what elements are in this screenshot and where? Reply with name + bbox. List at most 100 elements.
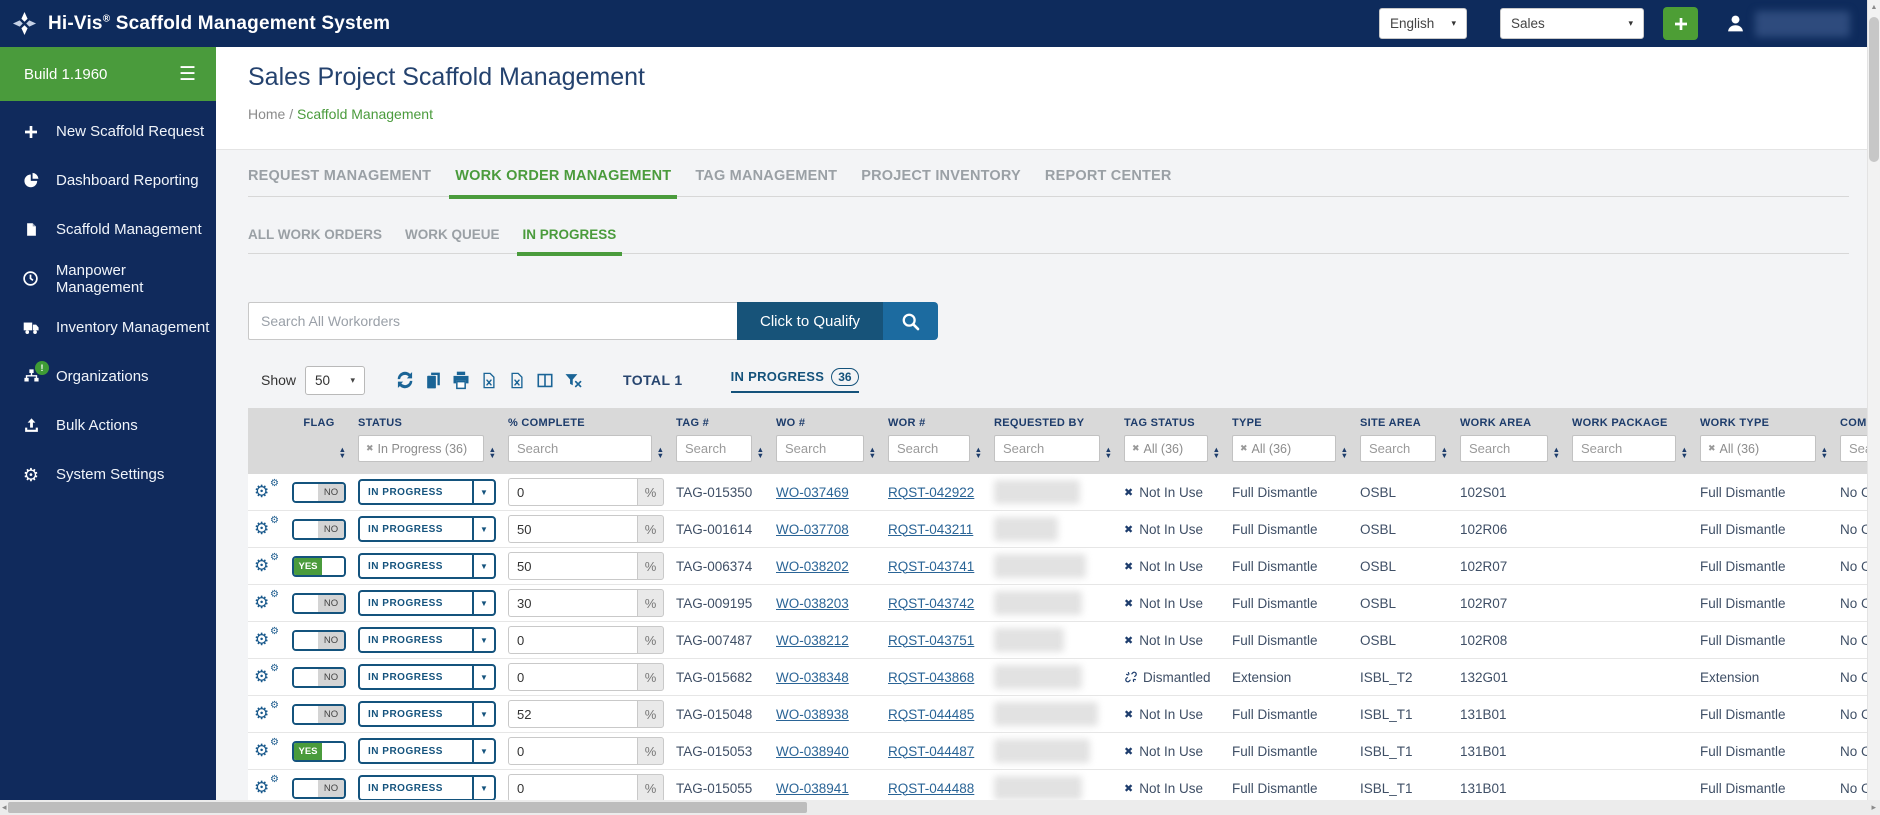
filter-clear-icon[interactable]	[563, 370, 583, 391]
filter-input-wor[interactable]	[888, 435, 970, 462]
active-filter-badge[interactable]: IN PROGRESS 36	[730, 367, 859, 393]
work-order-link[interactable]: WO-038938	[776, 707, 849, 722]
sidebar-item-scaffold-management[interactable]: Scaffold Management	[0, 205, 216, 254]
status-dropdown[interactable]: IN PROGRESS ▼	[358, 479, 496, 505]
tab-work-order-management[interactable]: WORK ORDER MANAGEMENT	[449, 168, 678, 199]
work-order-link[interactable]: WO-038202	[776, 559, 849, 574]
sidebar-item-manpower-management[interactable]: Manpower Management	[0, 254, 216, 303]
scroll-left-arrow-icon[interactable]: ◂	[2, 800, 7, 815]
work-order-request-link[interactable]: RQST-044488	[888, 781, 974, 796]
flag-toggle[interactable]: YES	[292, 555, 346, 577]
sort-control-tag_status[interactable]: ▲ ▼	[1213, 446, 1220, 462]
row-actions-gears-icon[interactable]: ⚙ ⚙	[254, 478, 279, 502]
flag-toggle[interactable]: NO	[292, 703, 346, 725]
filter-input-comments[interactable]	[1840, 435, 1867, 462]
flag-toggle[interactable]: NO	[292, 592, 346, 614]
row-actions-gears-icon[interactable]: ⚙ ⚙	[254, 552, 279, 576]
work-order-link[interactable]: WO-038203	[776, 596, 849, 611]
work-order-request-link[interactable]: RQST-043751	[888, 633, 974, 648]
work-order-link[interactable]: WO-037708	[776, 522, 849, 537]
status-dropdown[interactable]: IN PROGRESS ▼	[358, 738, 496, 764]
row-actions-gears-icon[interactable]: ⚙ ⚙	[254, 700, 279, 724]
vertical-scrollbar[interactable]: ▲	[1867, 0, 1880, 800]
percent-complete-input[interactable]	[508, 737, 637, 765]
work-order-request-link[interactable]: RQST-044487	[888, 744, 974, 759]
work-order-request-link[interactable]: RQST-043868	[888, 670, 974, 685]
work-order-link[interactable]: WO-038212	[776, 633, 849, 648]
print-icon[interactable]	[451, 370, 471, 391]
percent-complete-input[interactable]	[508, 552, 637, 580]
work-order-request-link[interactable]: RQST-042922	[888, 485, 974, 500]
excel2-icon[interactable]	[507, 370, 527, 391]
subtab-work-queue[interactable]: WORK QUEUE	[405, 227, 500, 253]
sort-control-requested_by[interactable]: ▲ ▼	[1105, 446, 1112, 462]
horizontal-scrollbar[interactable]: ◂ ▸	[0, 800, 1880, 815]
user-menu[interactable]	[1725, 10, 1850, 37]
percent-complete-input[interactable]	[508, 515, 637, 543]
sort-control-status[interactable]: ▲ ▼	[489, 446, 496, 462]
sort-control-work_type[interactable]: ▲ ▼	[1821, 446, 1828, 462]
search-button[interactable]	[883, 302, 938, 340]
status-dropdown[interactable]: IN PROGRESS ▼	[358, 516, 496, 542]
percent-complete-input[interactable]	[508, 774, 637, 800]
work-order-link[interactable]: WO-038940	[776, 744, 849, 759]
percent-complete-input[interactable]	[508, 626, 637, 654]
remove-filter-icon[interactable]: ✖	[1708, 443, 1716, 454]
status-dropdown[interactable]: IN PROGRESS ▼	[358, 775, 496, 800]
sort-control-pct[interactable]: ▲ ▼	[657, 446, 664, 462]
sort-control-wo[interactable]: ▲ ▼	[869, 446, 876, 462]
sidebar-item-system-settings[interactable]: ⚙ System Settings	[0, 450, 216, 499]
role-select[interactable]: Sales ▾	[1500, 8, 1644, 39]
sidebar-item-organizations[interactable]: ! Organizations	[0, 352, 216, 401]
remove-filter-icon[interactable]: ✖	[366, 443, 374, 454]
tab-request-management[interactable]: REQUEST MANAGEMENT	[248, 168, 431, 196]
sort-control-type[interactable]: ▲ ▼	[1341, 446, 1348, 462]
columns-icon[interactable]	[535, 370, 555, 391]
work-order-request-link[interactable]: RQST-043211	[888, 522, 973, 537]
sort-control-flag[interactable]: ▲ ▼	[339, 446, 346, 462]
row-actions-gears-icon[interactable]: ⚙ ⚙	[254, 663, 279, 687]
horizontal-scrollbar-thumb[interactable]	[8, 802, 807, 813]
scroll-right-arrow-icon[interactable]: ▸	[1871, 800, 1876, 815]
tab-report-center[interactable]: REPORT CENTER	[1045, 168, 1172, 196]
subtab-all-work-orders[interactable]: ALL WORK ORDERS	[248, 227, 382, 253]
hamburger-icon[interactable]: ☰	[179, 65, 196, 84]
work-order-link[interactable]: WO-038941	[776, 781, 849, 796]
remove-filter-icon[interactable]: ✖	[1240, 443, 1248, 454]
sort-control-site_area[interactable]: ▲ ▼	[1441, 446, 1448, 462]
filter-input-wo[interactable]	[776, 435, 864, 462]
flag-toggle[interactable]: NO	[292, 518, 346, 540]
work-order-request-link[interactable]: RQST-043742	[888, 596, 974, 611]
row-actions-gears-icon[interactable]: ⚙ ⚙	[254, 515, 279, 539]
filter-input-work_package[interactable]	[1572, 435, 1676, 462]
sidebar-item-new-scaffold-request[interactable]: New Scaffold Request	[0, 107, 216, 156]
flag-toggle[interactable]: NO	[292, 777, 346, 799]
sidebar-item-dashboard-reporting[interactable]: Dashboard Reporting	[0, 156, 216, 205]
sort-control-tag[interactable]: ▲ ▼	[757, 446, 764, 462]
status-dropdown[interactable]: IN PROGRESS ▼	[358, 627, 496, 653]
work-order-link[interactable]: WO-038348	[776, 670, 849, 685]
flag-toggle[interactable]: NO	[292, 481, 346, 503]
work-order-link[interactable]: WO-037469	[776, 485, 849, 500]
sidebar-item-bulk-actions[interactable]: Bulk Actions	[0, 401, 216, 450]
sort-control-wor[interactable]: ▲ ▼	[975, 446, 982, 462]
status-dropdown[interactable]: IN PROGRESS ▼	[358, 590, 496, 616]
filter-input-site_area[interactable]	[1360, 435, 1436, 462]
filter-chip-tag_status[interactable]: ✖ All (36)	[1124, 435, 1208, 462]
breadcrumb-home[interactable]: Home	[248, 106, 285, 122]
filter-chip-type[interactable]: ✖ All (36)	[1232, 435, 1336, 462]
filter-input-tag[interactable]	[676, 435, 752, 462]
percent-complete-input[interactable]	[508, 700, 637, 728]
vertical-scrollbar-thumb[interactable]	[1869, 17, 1879, 162]
sort-control-work_package[interactable]: ▲ ▼	[1681, 446, 1688, 462]
flag-toggle[interactable]: NO	[292, 666, 346, 688]
remove-filter-icon[interactable]: ✖	[1132, 443, 1140, 454]
percent-complete-input[interactable]	[508, 478, 637, 506]
sort-control-work_area[interactable]: ▲ ▼	[1553, 446, 1560, 462]
scroll-up-arrow-icon[interactable]: ▲	[1868, 0, 1880, 14]
filter-chip-status[interactable]: ✖ In Progress (36)	[358, 435, 484, 462]
filter-input-requested_by[interactable]	[994, 435, 1100, 462]
qualify-button[interactable]: Click to Qualify	[737, 302, 883, 340]
filter-chip-work_type[interactable]: ✖ All (36)	[1700, 435, 1816, 462]
language-select[interactable]: English ▾	[1379, 8, 1467, 39]
